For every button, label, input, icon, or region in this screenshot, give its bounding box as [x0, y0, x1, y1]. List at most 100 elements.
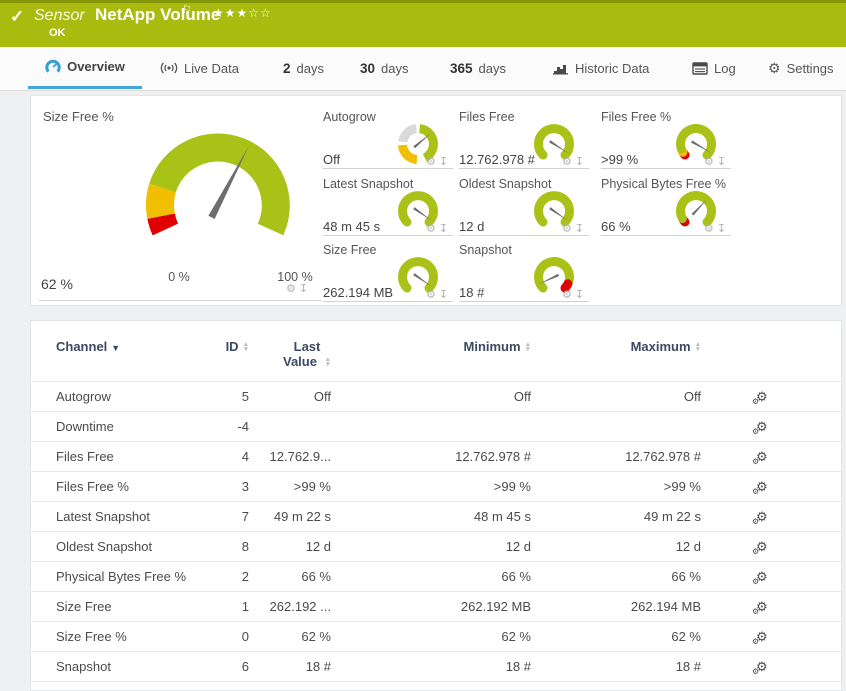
mini-gauge-oldest-snapshot[interactable]: Oldest Snapshot 12 d ⚙ ↧ — [459, 177, 589, 236]
channel-settings-icon[interactable]: ⚙ ⚙ — [752, 539, 768, 556]
sort-icon: ▲ ▼ — [694, 340, 701, 353]
channel-name: Snapshot — [31, 651, 201, 682]
tab-label: Historic Data — [575, 60, 650, 76]
channel-gear-icon[interactable]: ⚙ — [562, 290, 572, 301]
page-title: NetApp Volume — [95, 5, 221, 24]
tab-label: days — [478, 60, 506, 76]
column-header-maximum[interactable]: Maximum ▲ ▼ — [531, 321, 701, 382]
channel-settings-icon[interactable]: ⚙ ⚙ — [752, 629, 768, 646]
maximum-value: 18 # — [531, 651, 701, 682]
mini-gauge-snapshot[interactable]: Snapshot 18 # ⚙ ↧ — [459, 243, 589, 302]
tab-30-days[interactable]: 30 days — [360, 47, 409, 89]
maximum-value: 49 m 22 s — [531, 501, 701, 532]
overview-gauges-panel: Size Free % 0 % 100 % 62 % ⚙ ↧ Autogrow O… — [30, 95, 842, 306]
last-value: 62 % — [249, 621, 331, 652]
tab-number: 2 — [283, 60, 291, 76]
tab-overview[interactable]: Overview — [28, 47, 142, 89]
sort-icon: ▲ ▼ — [242, 340, 249, 353]
minimum-value: 262.192 MB — [331, 591, 531, 622]
mini-gauge-files-free[interactable]: Files Free % >99 % ⚙ ↧ — [601, 110, 731, 169]
channel-pin-icon[interactable]: ↧ — [575, 157, 584, 168]
column-header-last-value[interactable]: Last Value ▲ ▼ — [249, 321, 331, 382]
gear-icon: ⚙ — [768, 60, 781, 76]
tab-historic-data[interactable]: Historic Data — [553, 47, 649, 89]
channel-pin-icon[interactable]: ↧ — [439, 224, 448, 235]
channel-name: Physical Bytes Free % — [31, 561, 201, 592]
mini-gauge-label: Autogrow — [323, 110, 376, 124]
channel-gear-icon[interactable]: ⚙ — [286, 284, 296, 295]
channel-settings-icon[interactable]: ⚙ ⚙ — [752, 659, 768, 676]
channel-id: 2 — [201, 561, 249, 592]
main-gauge-scale-max: 100 % — [277, 270, 313, 284]
mini-gauge-value: Off — [323, 152, 341, 167]
mini-gauge-value: 48 m 45 s — [323, 219, 381, 234]
channel-gear-icon[interactable]: ⚙ — [426, 290, 436, 301]
minimum-value — [331, 411, 531, 442]
channel-table: Channel ▼ ID ▲ ▼ Last Value ▲ ▼ Minimum ▲ ▼ Maximum… — [31, 321, 841, 682]
channel-pin-icon[interactable]: ↧ — [299, 284, 308, 295]
tab-live-data[interactable]: Live Data — [160, 47, 239, 89]
mini-gauge-physical-bytes-free[interactable]: Physical Bytes Free % 66 % ⚙ ↧ — [601, 177, 731, 236]
channel-pin-icon[interactable]: ↧ — [575, 224, 584, 235]
channel-gear-icon[interactable]: ⚙ — [562, 224, 572, 235]
channel-settings-icon[interactable]: ⚙ ⚙ — [752, 569, 768, 586]
channel-id: 3 — [201, 471, 249, 502]
sort-icon: ▲ ▼ — [524, 340, 531, 353]
channel-settings-icon[interactable]: ⚙ ⚙ — [752, 509, 768, 526]
last-value: 262.192 ... — [249, 591, 331, 622]
channel-settings-icon[interactable]: ⚙ ⚙ — [752, 449, 768, 466]
channel-settings-icon[interactable]: ⚙ ⚙ — [752, 479, 768, 496]
tab-2-days[interactable]: 2 days — [283, 47, 324, 89]
channel-id: 5 — [201, 381, 249, 412]
mini-gauge-files-free[interactable]: Files Free 12.762.978 # ⚙ ↧ — [459, 110, 589, 169]
last-value: Off — [249, 381, 331, 412]
column-header-id[interactable]: ID ▲ ▼ — [201, 321, 249, 382]
main-gauge-scale-min: 0 % — [168, 270, 190, 284]
maximum-value: 262.194 MB — [531, 591, 701, 622]
channel-pin-icon[interactable]: ↧ — [439, 290, 448, 301]
column-header-channel[interactable]: Channel ▼ — [31, 321, 201, 382]
mini-gauge-value: 12 d — [459, 219, 485, 234]
channel-gear-icon[interactable]: ⚙ — [426, 157, 436, 168]
mini-gauge-value: 18 # — [459, 285, 485, 300]
channel-pin-icon[interactable]: ↧ — [717, 157, 726, 168]
channel-settings-icon[interactable]: ⚙ ⚙ — [752, 419, 768, 436]
histogram-icon — [553, 62, 569, 75]
channel-id: -4 — [201, 411, 249, 442]
channel-gear-icon[interactable]: ⚙ — [562, 157, 572, 168]
channel-gear-icon[interactable]: ⚙ — [704, 224, 714, 235]
tab-settings[interactable]: ⚙ Settings — [768, 47, 834, 89]
channel-pin-icon[interactable]: ↧ — [439, 157, 448, 168]
tab-number: 30 — [360, 60, 376, 76]
tab-365-days[interactable]: 365 days — [450, 47, 506, 89]
channel-name: Autogrow — [31, 381, 201, 412]
banner-top-strip — [0, 0, 846, 3]
table-row: Physical Bytes Free % 2 66 % 66 % 66 % ⚙ ⚙ — [31, 561, 841, 592]
maximum-value: >99 % — [531, 471, 701, 502]
channel-name: Downtime — [31, 411, 201, 442]
channel-name: Files Free — [31, 441, 201, 472]
mini-gauge-label: Files Free % — [601, 110, 672, 124]
tab-log[interactable]: Log — [692, 47, 736, 89]
channel-id: 4 — [201, 441, 249, 472]
mini-gauge-latest-snapshot[interactable]: Latest Snapshot 48 m 45 s ⚙ ↧ — [323, 177, 453, 236]
channel-pin-icon[interactable]: ↧ — [717, 224, 726, 235]
mini-gauge-size-free[interactable]: Size Free 262.194 MB ⚙ ↧ — [323, 243, 453, 302]
channel-id: 6 — [201, 651, 249, 682]
last-value: 12 d — [249, 531, 331, 562]
channel-gear-icon[interactable]: ⚙ — [704, 157, 714, 168]
favorite-flag-icon[interactable]: ⚐ — [182, 3, 192, 16]
mini-gauge-autogrow[interactable]: Autogrow Off ⚙ ↧ — [323, 110, 453, 169]
channel-settings-icon[interactable]: ⚙ ⚙ — [752, 599, 768, 616]
table-row: Size Free % 0 62 % 62 % 62 % ⚙ ⚙ — [31, 621, 841, 652]
channel-settings-icon[interactable]: ⚙ ⚙ — [752, 389, 768, 406]
maximum-value: Off — [531, 381, 701, 412]
channel-name: Size Free — [31, 591, 201, 622]
channel-pin-icon[interactable]: ↧ — [575, 290, 584, 301]
channel-name: Files Free % — [31, 471, 201, 502]
column-header-minimum[interactable]: Minimum ▲ ▼ — [331, 321, 531, 382]
main-gauge — [146, 133, 290, 236]
channel-id: 7 — [201, 501, 249, 532]
priority-stars[interactable]: ★★★☆☆ — [213, 6, 272, 20]
channel-gear-icon[interactable]: ⚙ — [426, 224, 436, 235]
